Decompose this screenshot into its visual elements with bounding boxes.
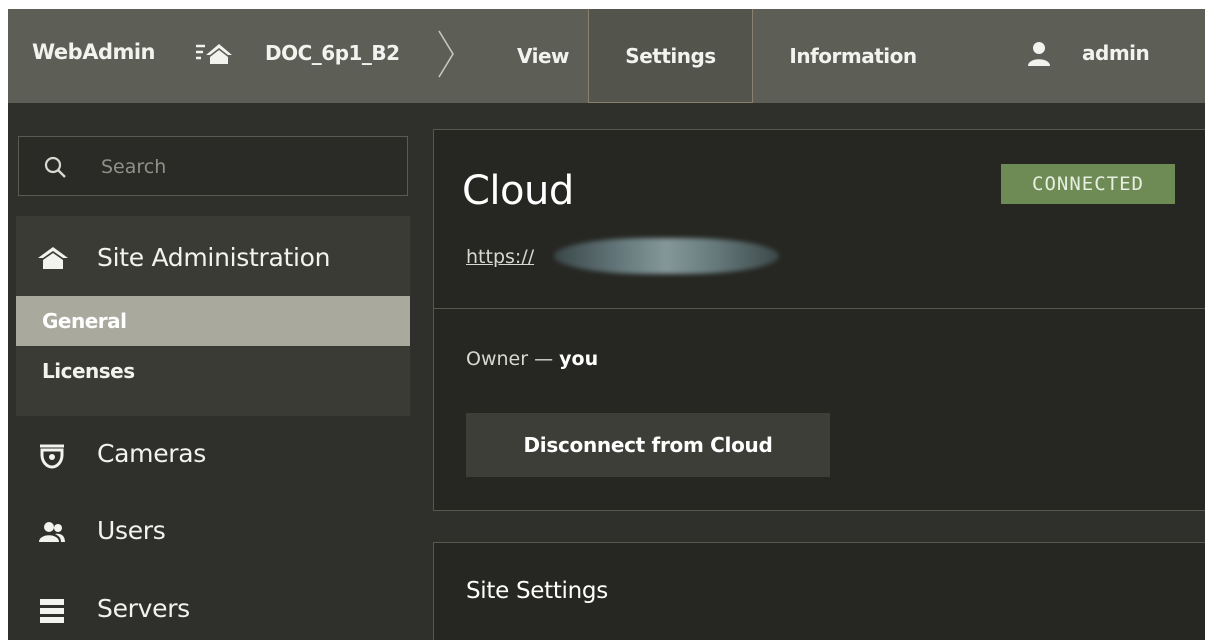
cloud-link[interactable]: https:// [466, 246, 534, 268]
camera-icon [40, 444, 64, 469]
app-window: WebAdmin DOC_6p1_B2 View Settings Inform… [8, 9, 1205, 640]
cloud-title: Cloud [462, 168, 574, 214]
top-bar: WebAdmin DOC_6p1_B2 View Settings Inform… [8, 9, 1205, 103]
owner-value: you [559, 348, 599, 370]
search-box[interactable] [18, 136, 408, 196]
sidebar-section-site-administration: Site Administration General Licenses [16, 216, 410, 416]
users-icon [39, 522, 65, 542]
brand-logo[interactable]: WebAdmin [32, 40, 156, 64]
owner-line: Owner — you [466, 348, 598, 370]
search-icon [44, 156, 66, 178]
sidebar-item-users[interactable]: Users [16, 498, 410, 568]
disconnect-from-cloud-button[interactable]: Disconnect from Cloud [466, 413, 830, 477]
sidebar: Site Administration General Licenses Cam… [8, 103, 418, 640]
sidebar-item-label: Servers [97, 594, 190, 623]
site-home-icon[interactable] [196, 42, 232, 64]
search-input[interactable] [99, 151, 393, 183]
tab-view[interactable]: View [498, 9, 588, 103]
sidebar-item-servers[interactable]: Servers [16, 576, 410, 640]
site-name[interactable]: DOC_6p1_B2 [265, 41, 400, 65]
sidebar-item-general[interactable]: General [16, 296, 410, 346]
chevron-right-icon [438, 30, 454, 78]
divider [434, 308, 1205, 309]
sidebar-item-label: Cameras [97, 439, 207, 468]
site-settings-title: Site Settings [466, 578, 608, 604]
home-icon [38, 247, 68, 269]
cloud-panel: Cloud CONNECTED https:// Owner — you Dis… [433, 129, 1205, 511]
status-badge: CONNECTED [1001, 164, 1175, 204]
sidebar-section-label: Site Administration [97, 243, 331, 272]
user-icon[interactable] [1028, 42, 1050, 66]
site-settings-panel: Site Settings [433, 542, 1205, 640]
redacted-url [554, 238, 779, 274]
sidebar-item-cameras[interactable]: Cameras [16, 421, 410, 491]
tab-information[interactable]: Information [753, 9, 953, 103]
sidebar-item-site-administration[interactable]: Site Administration [16, 216, 410, 296]
servers-icon [40, 599, 64, 623]
sidebar-item-licenses[interactable]: Licenses [16, 346, 410, 396]
tab-settings[interactable]: Settings [588, 9, 753, 103]
sidebar-item-label: Users [97, 516, 166, 545]
user-menu[interactable]: admin [1082, 41, 1150, 65]
owner-label: Owner — [466, 348, 554, 370]
